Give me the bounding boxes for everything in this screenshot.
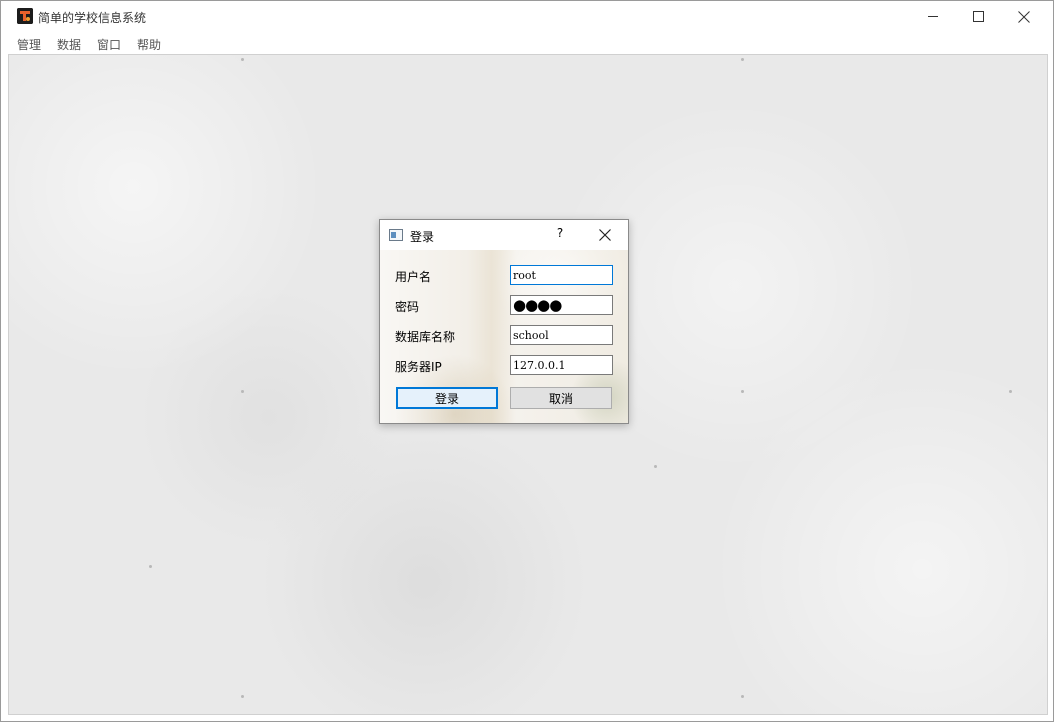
username-field[interactable]: root [510,265,613,285]
dialog-window-icon [389,229,403,241]
close-icon [1017,10,1030,23]
server-ip-label: 服务器IP [395,360,442,374]
texture-speck [1009,390,1012,393]
maximize-icon [973,11,984,22]
texture-speck [741,695,744,698]
menu-window[interactable]: 窗口 [97,36,121,53]
texture-speck [654,465,657,468]
dialog-help-button[interactable]: ? [550,226,570,244]
dialog-close-button[interactable] [594,226,616,244]
window-title: 简单的学校信息系统 [38,11,147,25]
dialog-body: 用户名 root 密码 ●●●● 数据库名称 school 服务器IP 127.… [380,250,628,423]
texture-speck [241,390,244,393]
texture-speck [741,58,744,61]
login-button[interactable]: 登录 [396,387,498,409]
texture-speck [241,58,244,61]
password-label: 密码 [395,300,420,314]
menu-data[interactable]: 数据 [57,36,81,53]
database-label: 数据库名称 [395,330,456,344]
menu-bar: 管理 数据 窗口 帮助 [1,32,1053,54]
menu-help[interactable]: 帮助 [137,36,161,53]
title-bar[interactable]: 简单的学校信息系统 [1,1,1053,32]
password-field[interactable]: ●●●● [510,295,613,315]
login-dialog: 登录 ? 用户名 root 密码 ●●●● 数据库名称 school 服务器IP… [379,219,629,424]
maximize-button[interactable] [956,1,1001,32]
texture-speck [241,695,244,698]
username-label: 用户名 [395,270,432,284]
app-logo-icon [17,8,33,24]
dialog-title: 登录 [410,230,435,244]
database-field[interactable]: school [510,325,613,345]
texture-speck [741,390,744,393]
texture-speck [149,565,152,568]
close-button[interactable] [1001,1,1046,32]
close-icon [599,229,611,241]
menu-manage[interactable]: 管理 [17,36,41,53]
minimize-icon [928,16,938,17]
main-window: 简单的学校信息系统 管理 数据 窗口 帮助 登录 ? 用户名 root 密码 ●… [0,0,1054,722]
dialog-title-bar[interactable]: 登录 ? [380,220,628,250]
cancel-button[interactable]: 取消 [510,387,612,409]
server-ip-field[interactable]: 127.0.0.1 [510,355,613,375]
minimize-button[interactable] [911,1,956,32]
